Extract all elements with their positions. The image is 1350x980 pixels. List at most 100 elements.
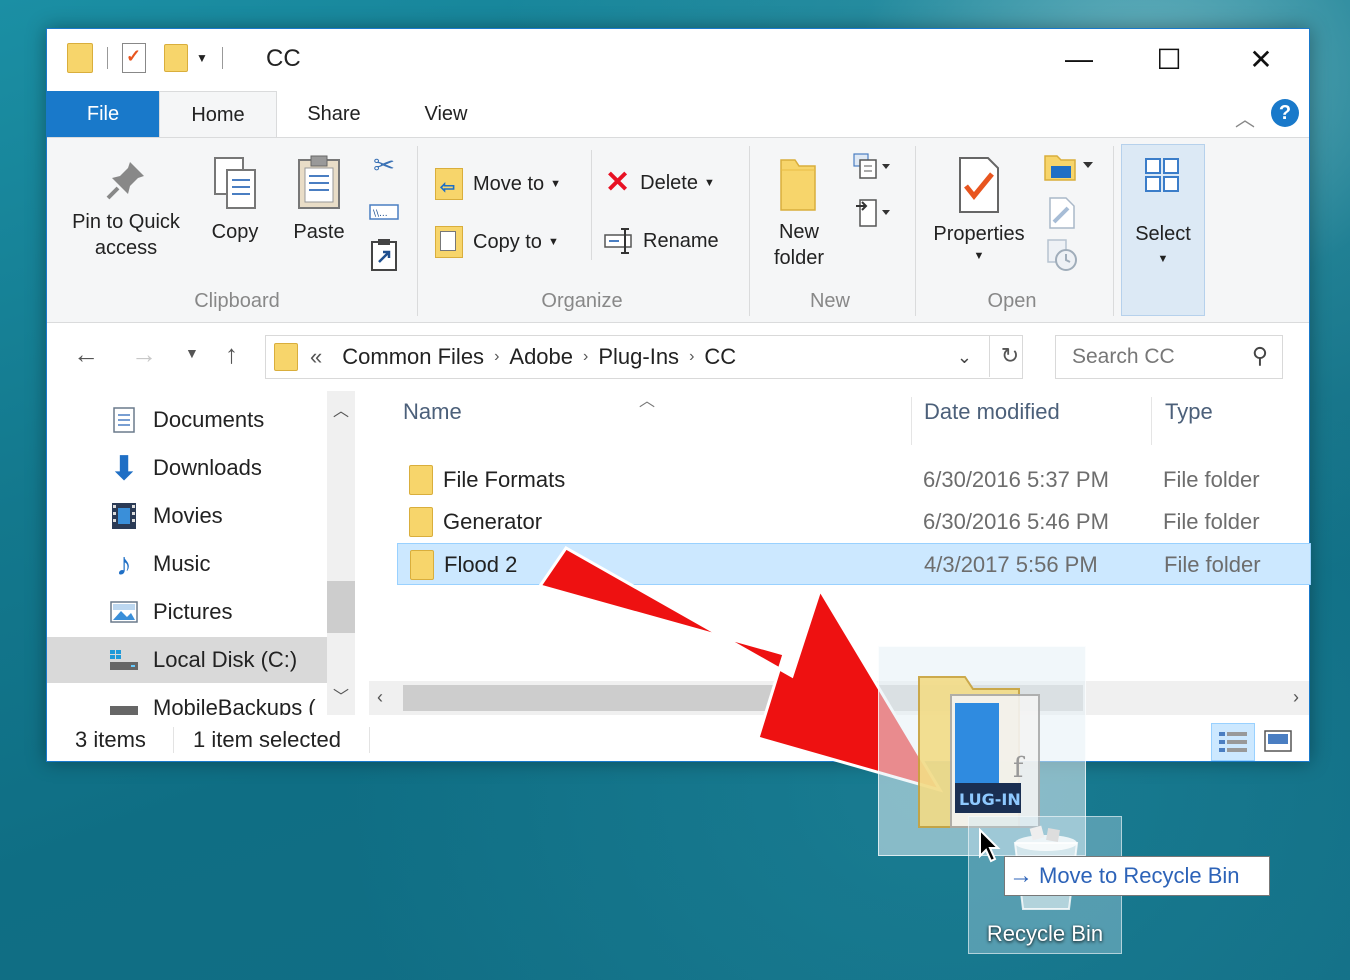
pin-to-quick-access-button[interactable]: Pin to Quick access (61, 158, 191, 261)
breadcrumb-cc[interactable]: CC (704, 344, 736, 370)
folder-icon (409, 507, 433, 537)
nav-item-music[interactable]: ♪ Music (47, 541, 327, 587)
breadcrumb-common-files[interactable]: Common Files (342, 344, 484, 370)
column-divider[interactable] (1151, 397, 1152, 445)
nav-pane-scrollbar[interactable]: ︿ ﹀ (327, 391, 355, 715)
cut-icon[interactable]: ✂ (369, 152, 399, 178)
new-folder-icon[interactable] (164, 44, 188, 72)
copy-to-button[interactable]: Copy to ▼ (435, 226, 559, 258)
recent-locations-icon[interactable]: ▼ (185, 345, 199, 361)
ribbon-tabs: File Home Share View ︿ ? (47, 91, 1309, 139)
copy-button[interactable]: Copy (203, 156, 267, 245)
delete-icon: ✕ (605, 166, 631, 199)
rename-button[interactable]: Rename (603, 226, 719, 256)
chevron-right-icon[interactable]: › (689, 348, 694, 366)
paste-shortcut-icon[interactable] (367, 238, 401, 279)
collapse-ribbon-icon[interactable]: ︿ (1235, 103, 1255, 132)
search-input[interactable]: Search CC ⚲ (1055, 335, 1283, 379)
chevron-right-icon[interactable]: › (583, 348, 588, 366)
close-button[interactable]: ✕ (1231, 39, 1291, 79)
group-divider (1113, 146, 1114, 316)
nav-item-mobilebackups[interactable]: MobileBackups ( (47, 685, 327, 715)
properties-icon (959, 157, 999, 213)
search-icon[interactable]: ⚲ (1252, 343, 1268, 369)
details-view-button[interactable] (1211, 723, 1255, 761)
new-folder-icon (780, 159, 816, 211)
paste-button[interactable]: Paste (287, 154, 351, 245)
refresh-icon[interactable]: ↻ (989, 335, 1030, 377)
file-row[interactable]: Generator 6/30/2016 5:46 PM File folder (397, 501, 1309, 541)
address-bar[interactable]: « Common Files › Adobe › Plug-Ins › CC ⌄ (265, 335, 1023, 379)
copy-path-icon[interactable]: \\... (367, 202, 401, 228)
details-view-icon (1219, 732, 1247, 752)
scroll-down-icon[interactable]: ﹀ (333, 683, 349, 707)
tab-file[interactable]: File (47, 91, 159, 137)
scroll-up-icon[interactable]: ︿ (333, 397, 349, 421)
music-icon: ♪ (116, 545, 132, 582)
delete-button[interactable]: ✕ Delete ▼ (605, 168, 715, 198)
nav-item-local-disk[interactable]: Local Disk (C:) (47, 637, 327, 683)
column-header-type[interactable]: Type (1165, 399, 1213, 425)
file-name: Generator (443, 509, 543, 534)
file-list-scrollbar[interactable]: ‹ › (369, 681, 1309, 715)
new-item-button[interactable] (847, 152, 897, 189)
edit-button[interactable] (1041, 196, 1081, 237)
easy-access-icon (856, 199, 890, 227)
folder-icon (67, 43, 93, 73)
tab-share[interactable]: Share (279, 91, 389, 137)
move-to-label: Move to (473, 172, 545, 195)
nav-item-pictures[interactable]: Pictures (47, 589, 327, 635)
maximize-button[interactable]: ☐ (1139, 39, 1199, 79)
column-divider[interactable] (911, 397, 912, 445)
properties-button[interactable]: Properties ▼ (923, 156, 1035, 265)
new-folder-button[interactable]: New folder (759, 156, 839, 271)
nav-item-label: Movies (153, 503, 223, 528)
breadcrumb-adobe[interactable]: Adobe (509, 344, 573, 370)
nav-item-movies[interactable]: Movies (47, 493, 327, 539)
breadcrumb-plug-ins[interactable]: Plug-Ins (598, 344, 679, 370)
divider (221, 47, 223, 69)
properties-icon[interactable] (122, 43, 146, 73)
file-type: File folder (1163, 509, 1260, 534)
move-to-button[interactable]: ⇦ Move to ▼ (435, 168, 561, 200)
column-header-date-modified[interactable]: Date modified (924, 399, 1060, 425)
file-date: 6/30/2016 5:46 PM (923, 509, 1109, 534)
nav-item-documents[interactable]: Documents (47, 397, 327, 443)
open-button[interactable] (1041, 150, 1097, 189)
scroll-left-icon[interactable]: ‹ (377, 687, 383, 708)
move-to-icon: ⇦ (435, 168, 463, 200)
chevron-right-icon[interactable]: › (494, 348, 499, 366)
minimize-button[interactable]: — (1049, 39, 1109, 79)
back-arrow-icon[interactable]: ← (73, 339, 99, 370)
help-icon[interactable]: ? (1271, 99, 1299, 127)
file-row[interactable]: File Formats 6/30/2016 5:37 PM File fold… (397, 459, 1309, 499)
group-divider (417, 146, 418, 316)
nav-item-downloads[interactable]: ⬇ Downloads (47, 445, 327, 491)
address-overflow[interactable]: « (310, 344, 322, 370)
scroll-right-icon[interactable]: › (1293, 687, 1299, 708)
sort-ascending-icon: ︿ (639, 393, 656, 410)
new-item-icon (853, 153, 890, 179)
column-header-name[interactable]: Name (403, 399, 462, 425)
drive-icon (109, 693, 139, 715)
plugin-folder-icon: LUG-IN f (918, 676, 1040, 828)
copy-icon (214, 157, 256, 209)
forward-arrow-icon[interactable]: → (131, 339, 157, 370)
tab-view[interactable]: View (391, 91, 501, 137)
recycle-bin-label: Recycle Bin (986, 921, 1104, 946)
history-button[interactable] (1041, 238, 1081, 279)
pictures-icon (109, 597, 139, 627)
select-label: Select (1135, 223, 1191, 245)
file-row-selected[interactable]: Flood 2 4/3/2017 5:56 PM File folder (397, 543, 1311, 585)
select-button[interactable]: Select ▼ (1121, 144, 1205, 316)
address-dropdown-icon[interactable]: ⌄ (957, 347, 972, 368)
up-arrow-icon[interactable]: ↑ (225, 339, 238, 370)
file-name: Flood 2 (444, 552, 518, 577)
tab-home[interactable]: Home (159, 91, 277, 139)
large-icons-icon (1264, 730, 1292, 752)
large-icons-view-button[interactable] (1257, 723, 1299, 759)
scrollbar-thumb[interactable] (327, 581, 355, 633)
easy-access-button[interactable] (847, 196, 897, 237)
customize-toolbar-icon[interactable]: ▼ (196, 51, 208, 65)
properties-dropdown-icon[interactable]: ▼ (923, 247, 1035, 265)
